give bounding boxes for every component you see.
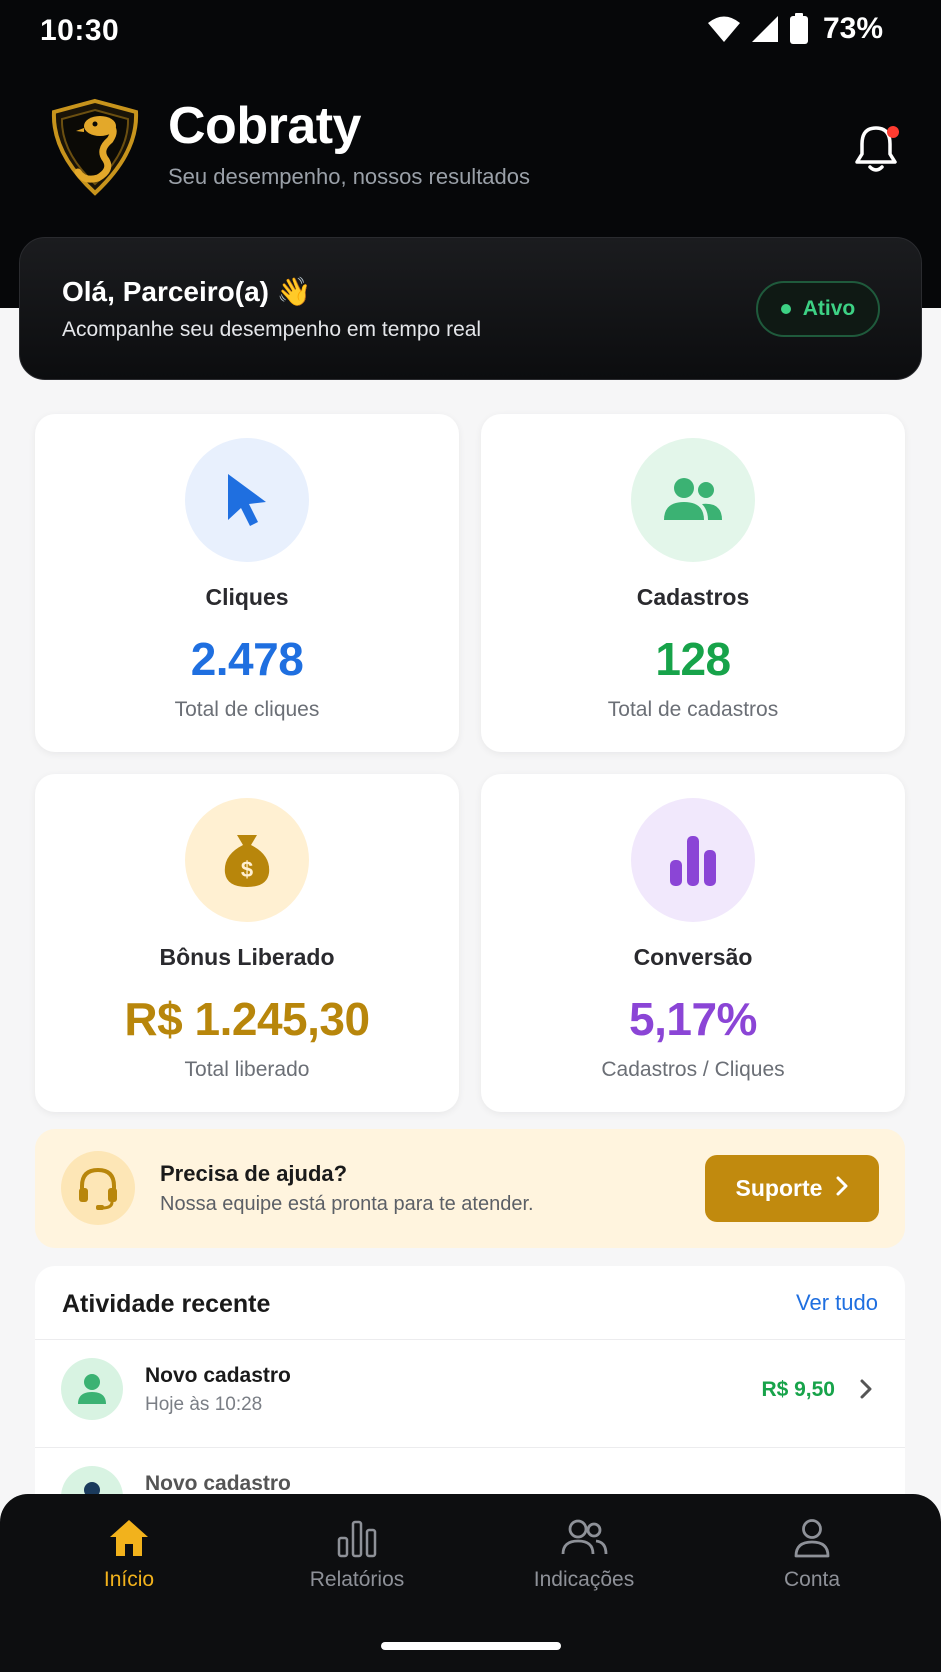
status-bar: 10:30 73% bbox=[0, 0, 941, 64]
stat-description: Total de cliques bbox=[174, 698, 320, 721]
stat-description: Total de cadastros bbox=[607, 698, 779, 721]
bar-chart-icon bbox=[631, 798, 755, 922]
stat-description: Total liberado bbox=[184, 1058, 310, 1081]
chevron-right-icon bbox=[859, 1378, 873, 1405]
stat-value: 2.478 bbox=[190, 633, 304, 685]
user-icon bbox=[712, 1518, 912, 1558]
activity-item-title: Novo cadastro bbox=[145, 1472, 291, 1495]
nav-item-conta[interactable]: Conta bbox=[712, 1518, 912, 1592]
status-badge-label: Ativo bbox=[802, 297, 856, 320]
notification-dot bbox=[887, 126, 899, 138]
stat-label: Cadastros bbox=[636, 584, 750, 610]
app-tagline: Seu desempenho, nossos resultados bbox=[168, 164, 531, 189]
stat-value: R$ 1.245,30 bbox=[124, 993, 370, 1045]
home-icon bbox=[29, 1518, 229, 1558]
nav-item-indicacoes[interactable]: Indicações bbox=[484, 1518, 684, 1592]
app-name: Cobraty bbox=[168, 97, 361, 155]
status-dot bbox=[780, 304, 791, 314]
signal-icon bbox=[751, 15, 779, 43]
activity-item-title: Novo cadastro bbox=[145, 1364, 291, 1387]
nav-item-inicio[interactable]: Início bbox=[29, 1518, 229, 1592]
home-indicator[interactable] bbox=[381, 1642, 561, 1650]
help-title: Precisa de ajuda? bbox=[160, 1161, 348, 1186]
help-subtitle: Nossa equipe está pronta para te atender… bbox=[160, 1193, 534, 1215]
wifi-icon bbox=[707, 15, 741, 43]
stat-card-cliques[interactable]: Cliques 2.478 Total de cliques bbox=[35, 414, 459, 752]
stat-description: Cadastros / Cliques bbox=[601, 1058, 785, 1081]
stat-card-conversao[interactable]: Conversão 5,17% Cadastros / Cliques bbox=[481, 774, 905, 1112]
activity-item-amount: R$ 9,50 bbox=[761, 1378, 835, 1401]
nav-label: Relatórios bbox=[309, 1568, 405, 1591]
bar-chart-icon bbox=[257, 1518, 457, 1558]
user-icon bbox=[61, 1358, 123, 1420]
battery-icon bbox=[789, 13, 809, 45]
stat-label: Bônus Liberado bbox=[159, 944, 335, 970]
nav-label: Conta bbox=[783, 1568, 841, 1591]
status-badge: Ativo bbox=[756, 281, 880, 337]
welcome-greeting: Olá, Parceiro(a) 👋 bbox=[62, 276, 312, 307]
see-all-link[interactable]: Ver tudo bbox=[796, 1290, 878, 1316]
status-time: 10:30 bbox=[40, 14, 120, 47]
cursor-icon bbox=[185, 438, 309, 562]
stat-label: Cliques bbox=[205, 584, 289, 610]
nav-label: Início bbox=[103, 1568, 155, 1591]
headset-icon bbox=[61, 1151, 135, 1225]
status-icons: 73% bbox=[707, 12, 883, 46]
users-icon bbox=[484, 1518, 684, 1558]
stat-value: 128 bbox=[655, 633, 731, 685]
activity-item-time: Hoje às 10:28 bbox=[145, 1394, 263, 1415]
welcome-card: Olá, Parceiro(a) 👋 Acompanhe seu desempe… bbox=[19, 237, 922, 380]
support-button-label: Suporte bbox=[735, 1175, 823, 1201]
list-item[interactable]: Novo cadastro Hoje às 10:28 R$ 9,50 bbox=[35, 1340, 905, 1446]
stat-card-bonus[interactable]: $ Bônus Liberado R$ 1.245,30 Total liber… bbox=[35, 774, 459, 1112]
welcome-subtitle: Acompanhe seu desempenho em tempo real bbox=[62, 318, 482, 341]
battery-percent: 73% bbox=[822, 12, 883, 45]
svg-text:$: $ bbox=[241, 857, 253, 882]
activity-title: Atividade recente bbox=[62, 1290, 271, 1318]
help-card: Precisa de ajuda? Nossa equipe está pron… bbox=[35, 1129, 905, 1248]
support-button[interactable]: Suporte bbox=[705, 1155, 879, 1222]
stat-card-cadastros[interactable]: Cadastros 128 Total de cadastros bbox=[481, 414, 905, 752]
stat-label: Conversão bbox=[633, 944, 753, 970]
nav-label: Indicações bbox=[533, 1568, 635, 1591]
nav-item-relatorios[interactable]: Relatórios bbox=[257, 1518, 457, 1592]
users-icon bbox=[631, 438, 755, 562]
cobra-shield-logo bbox=[48, 98, 142, 196]
money-bag-icon: $ bbox=[185, 798, 309, 922]
stat-value: 5,17% bbox=[629, 993, 757, 1045]
chevron-right-icon bbox=[836, 1175, 848, 1202]
